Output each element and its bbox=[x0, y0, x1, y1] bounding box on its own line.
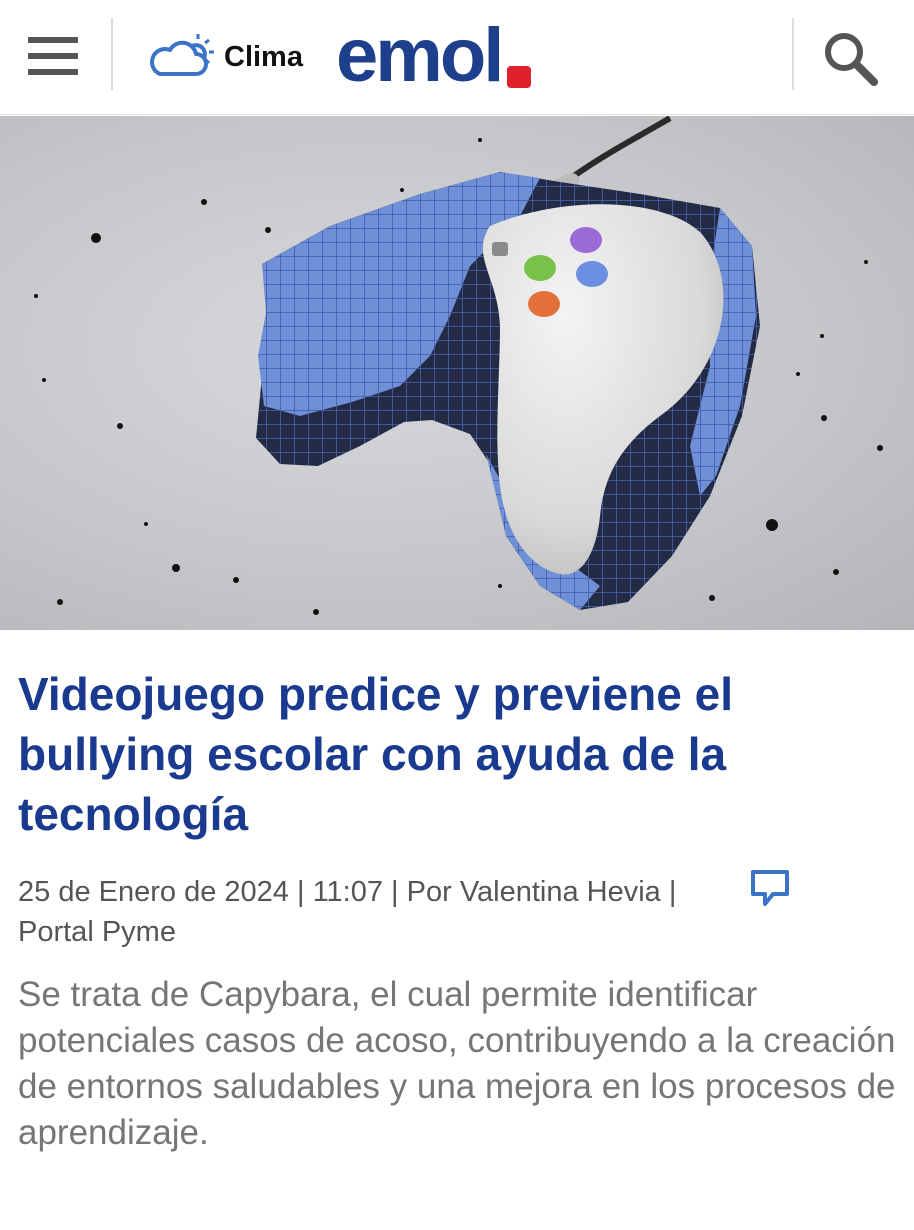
cloud-sun-icon bbox=[150, 34, 214, 76]
gamepad-pixel-image bbox=[34, 116, 883, 615]
article-title[interactable]: Videojuego predice y previene el bullyin… bbox=[18, 664, 898, 844]
article-meta: 25 de Enero de 2024 | 11:07 | Por Valent… bbox=[18, 876, 677, 948]
site-header: Clima emol bbox=[0, 0, 914, 115]
article-summary: Se trata de Capybara, el cual permite id… bbox=[18, 975, 896, 1152]
hamburger-menu-icon[interactable] bbox=[28, 37, 78, 75]
weather-label: Clima bbox=[224, 40, 303, 73]
search-icon[interactable] bbox=[822, 30, 878, 86]
article-section[interactable]: Portal Pyme bbox=[18, 916, 176, 948]
weather-link[interactable]: Clima bbox=[146, 32, 303, 82]
logo-text: emol bbox=[336, 13, 504, 98]
emol-logo[interactable]: emol bbox=[336, 13, 532, 98]
comment-icon[interactable] bbox=[749, 868, 791, 908]
header-divider bbox=[792, 18, 794, 90]
article-author[interactable]: Por Valentina Hevia bbox=[407, 876, 661, 908]
article-date: 25 de Enero de 2024 bbox=[18, 876, 289, 908]
article-time: 11:07 bbox=[312, 876, 383, 908]
logo-dot bbox=[507, 66, 532, 88]
hero-image[interactable] bbox=[0, 116, 914, 630]
header-divider bbox=[111, 18, 113, 90]
